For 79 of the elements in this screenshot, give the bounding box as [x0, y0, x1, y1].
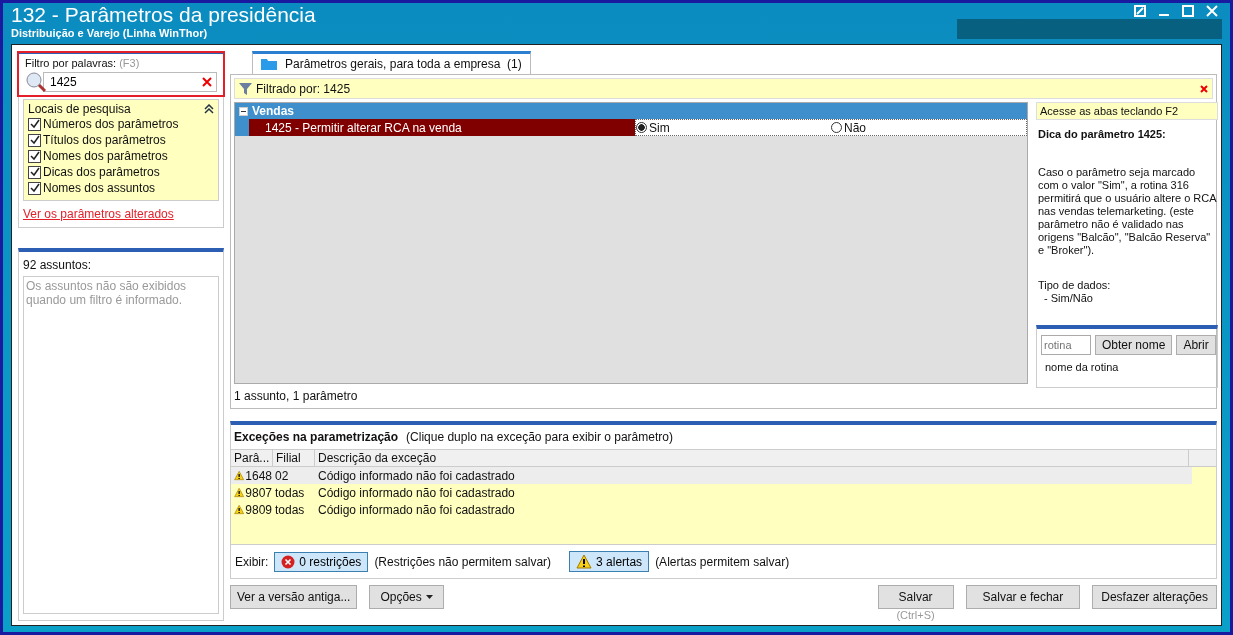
open-button[interactable]: Abrir	[1176, 335, 1216, 355]
radio-label: Não	[844, 120, 866, 135]
column-header[interactable]: Parâ...	[231, 450, 273, 466]
table-row[interactable]: 9807 todas Código informado não foi cadastrado	[231, 484, 1192, 501]
radio-button[interactable]	[831, 122, 842, 133]
checkbox[interactable]	[28, 117, 41, 131]
data-type-label: Tipo de dados:	[1037, 279, 1112, 292]
warning-icon	[234, 502, 245, 517]
checkbox[interactable]	[28, 181, 41, 195]
table-cell: Código informado não foi cadastrado	[318, 468, 515, 483]
routine-field[interactable]: rotina	[1041, 335, 1091, 355]
subjects-message: Os assuntos não são exibidos quando um filtro é informado.	[26, 279, 187, 307]
routine-name: nome da rotina	[1044, 361, 1120, 373]
folder-icon	[261, 58, 277, 70]
checkbox-label: Títulos dos parâmetros	[43, 133, 166, 147]
table-cell: 9807	[245, 485, 272, 500]
radio-button[interactable]	[636, 122, 647, 133]
summary-text: 1 assunto, 1 parâmetro	[234, 388, 359, 405]
subjects-count: 92 assuntos:	[23, 258, 93, 272]
table-cell: Código informado não foi cadastrado	[318, 485, 515, 500]
checkbox-label: Nomes dos parâmetros	[43, 149, 168, 163]
restrictions-note: (Restrições não permitem salvar)	[374, 554, 552, 569]
group-title: Vendas	[252, 104, 295, 118]
edit-icon[interactable]	[1134, 5, 1146, 17]
old-version-button[interactable]: Ver a versão antiga...	[230, 585, 358, 609]
alerts-toggle[interactable]: 3 alertas	[569, 551, 650, 572]
data-type-value: - Sim/Não	[1043, 292, 1094, 305]
column-header[interactable]: Descrição da exceção	[315, 450, 1189, 466]
exceptions-title: Exceções na parametrização	[234, 430, 399, 444]
search-field[interactable]: 1425	[43, 72, 217, 92]
save-button[interactable]: Salvar	[877, 585, 954, 609]
table-cell: todas	[275, 502, 305, 517]
table-cell: todas	[275, 485, 305, 500]
filter-label: Filtro por palavras: (F3)	[25, 57, 141, 69]
section-title: Locais de pesquisa	[28, 102, 131, 116]
shortcut-tip: Acesse as abas teclando F2	[1036, 102, 1218, 120]
caret-icon	[425, 595, 433, 599]
hint-title: Dica do parâmetro 1425:	[1038, 128, 1167, 140]
options-button[interactable]: Opções	[369, 585, 444, 609]
table-cell: 9809	[245, 502, 272, 517]
checkbox[interactable]	[28, 133, 41, 147]
undo-changes-button[interactable]: Desfazer alterações	[1092, 585, 1217, 609]
error-icon	[281, 554, 296, 569]
window-subtitle: Distribuição e Varejo (Linha WinThor)	[11, 27, 209, 39]
parameter-row[interactable]: 1425 - Permitir alterar RCA na venda	[249, 119, 635, 136]
warning-icon	[234, 485, 245, 500]
column-header[interactable]: Filial	[273, 450, 315, 466]
radio-label: Sim	[649, 120, 670, 135]
window-title: 132 - Parâmetros da presidência	[11, 3, 316, 27]
checkbox[interactable]	[28, 149, 41, 163]
warning-icon	[234, 468, 245, 483]
table-row[interactable]: 9809 todas Código informado não foi cadastrado	[231, 501, 1192, 518]
save-shortcut: (Ctrl+S)	[896, 609, 935, 621]
search-icon	[25, 71, 47, 93]
show-label: Exibir:	[235, 554, 269, 569]
clear-filter-icon[interactable]	[1200, 84, 1208, 93]
get-name-button[interactable]: Obter nome	[1095, 335, 1173, 355]
filter-status: Filtrado por: 1425	[256, 81, 351, 96]
restrictions-toggle[interactable]: 0 restrições	[274, 551, 369, 572]
close-icon[interactable]	[1206, 5, 1218, 17]
checkbox[interactable]	[28, 165, 41, 179]
table-cell: Código informado não foi cadastrado	[318, 502, 515, 517]
table-cell: 1648	[245, 468, 272, 483]
checkbox-label: Números dos parâmetros	[43, 117, 179, 131]
funnel-icon	[239, 81, 252, 96]
maximize-icon[interactable]	[1182, 5, 1194, 17]
checkbox-label: Nomes dos assuntos	[43, 181, 156, 195]
collapse-icon[interactable]	[204, 104, 214, 114]
table-cell: 02	[275, 468, 289, 483]
save-and-close-button[interactable]: Salvar e fechar	[965, 585, 1081, 609]
warning-icon	[576, 554, 593, 569]
clear-icon[interactable]	[202, 77, 212, 87]
hint-text: Caso o parâmetro seja marcado com o valor "Sim", a rotina 316 permitirá que o usuário altere o RCA nas vendas telemarketing. (este parâmetro não é validado nas origens "Balcão", "Balcão Reserva" e "Broker").	[1037, 166, 1218, 257]
tab[interactable]: Parâmetros gerais, para toda a empresa (1)	[252, 51, 531, 74]
table-row[interactable]: 1648 02 Código informado não foi cadastrado	[231, 467, 1192, 484]
exceptions-hint: (Clique duplo na exceção para exibir o parâmetro)	[406, 430, 673, 444]
checkbox-label: Dicas dos parâmetros	[43, 165, 160, 179]
alerts-note: (Alertas permitem salvar)	[655, 554, 790, 569]
changed-parameters-link[interactable]: Ver os parâmetros alterados	[23, 207, 174, 221]
